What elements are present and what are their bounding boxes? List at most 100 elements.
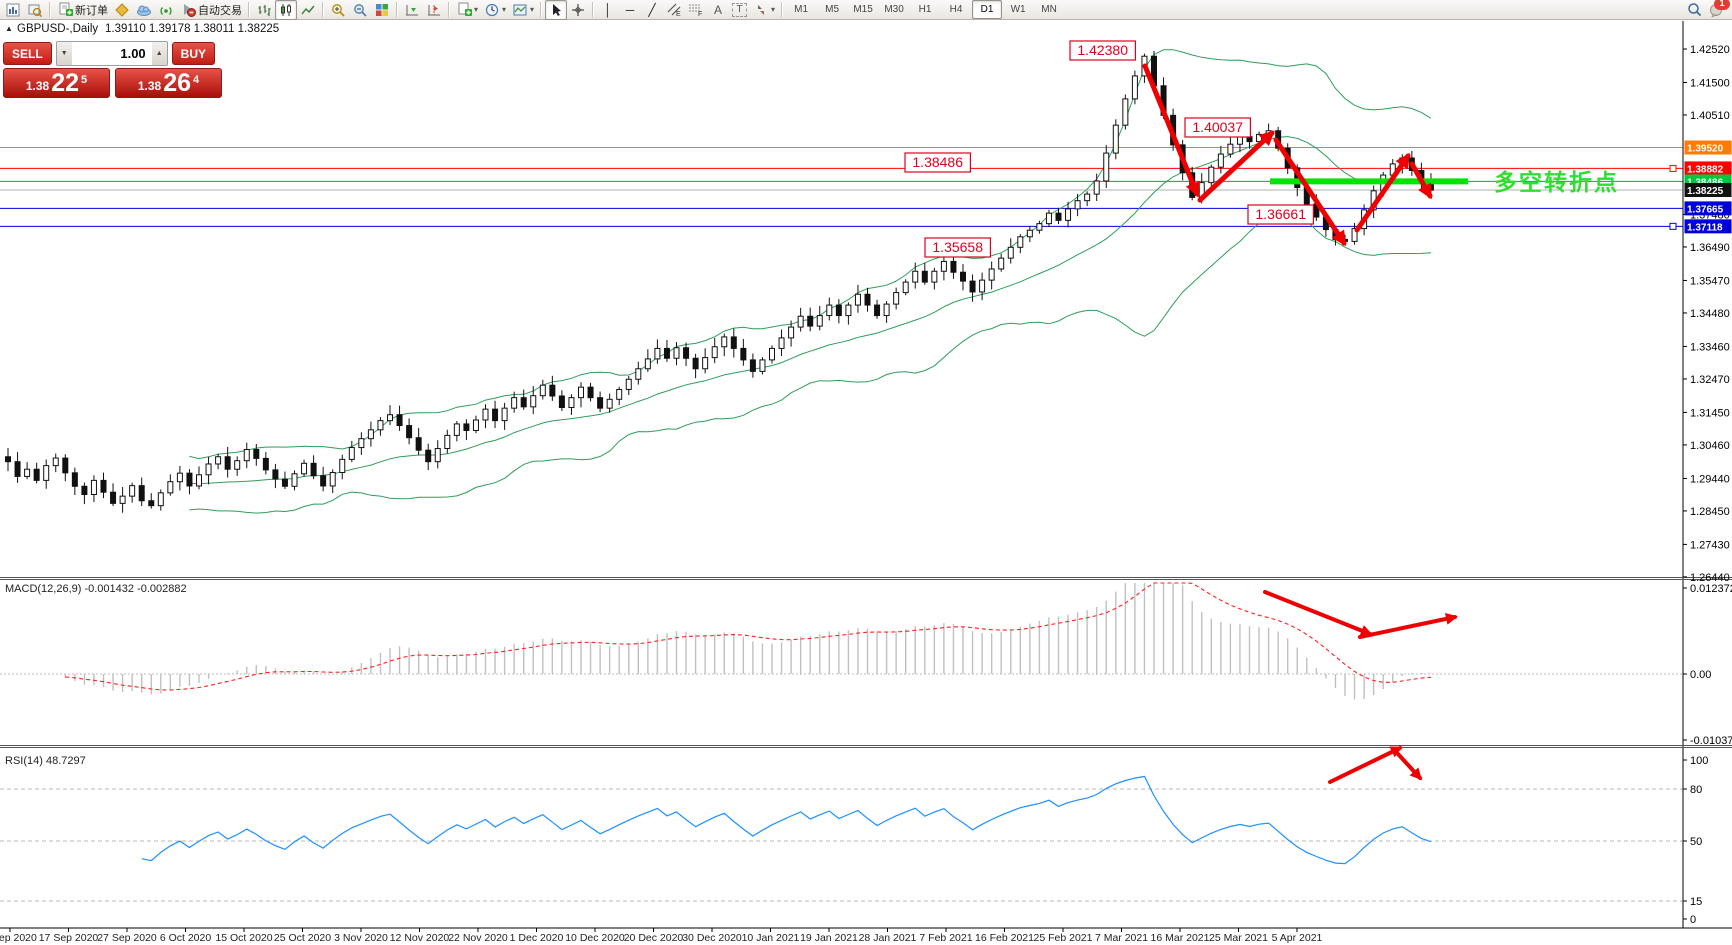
chart-shift-icon [426,2,442,18]
volume-decrease-button[interactable]: ▼ [57,42,72,65]
market-watch-button[interactable] [24,0,46,20]
notifications-icon[interactable]: 1 [1708,2,1724,18]
x-axis-date-label: 7 Mar 2021 [1095,932,1148,944]
one-click-row-prices: 1.38 22 5 1.38 26 4 [3,68,222,98]
autotrading-label: 自动交易 [198,2,242,18]
timeframe-m1[interactable]: M1 [786,0,816,19]
zoom-in-icon [330,2,346,18]
volume-increase-button[interactable]: ▲ [152,42,167,65]
cursor-tool-button[interactable] [545,0,567,20]
candle-body [111,492,116,503]
candle-body [139,486,144,501]
toolbar-separator [248,2,250,17]
volume-input[interactable] [72,42,152,65]
candlestick-mode-button[interactable] [275,0,297,20]
line-selection-marker [1670,165,1676,171]
sell-price-button[interactable]: 1.38 22 5 [3,68,110,98]
timeframe-m30[interactable]: M30 [879,0,909,19]
fibo-letter: F [698,11,702,17]
candle-body [63,458,68,473]
trend-arrow[interactable] [1265,592,1370,634]
sell-button[interactable]: SELL [3,42,52,65]
auto-scroll-button[interactable] [401,0,423,20]
chart-shift-button[interactable] [423,0,445,20]
new-chart-dropdown[interactable]: ▾ [453,0,481,20]
tile-windows-button[interactable] [371,0,393,20]
candle-body [636,369,641,380]
timeframe-h4[interactable]: H4 [941,0,971,19]
crosshair-tool-button[interactable] [567,0,589,20]
chart-collapse-icon[interactable]: ▲ [5,24,13,33]
timeframe-h1[interactable]: H1 [910,0,940,19]
trendline-tool[interactable]: ╱ [641,0,663,20]
text-label-tool[interactable]: T [729,0,750,20]
trend-arrow[interactable] [1276,140,1344,243]
candle-body [149,501,154,506]
candle-body [1018,237,1023,248]
toolbar-right-group: 1 [1686,2,1730,18]
text-tool[interactable]: A [707,0,729,20]
x-axis-date-label: 22 Nov 2020 [448,932,508,944]
horizontal-line-tool[interactable]: ─ [619,0,641,20]
chevron-down-icon: ▾ [530,5,534,14]
candle-body [836,305,841,316]
market-button[interactable] [133,0,155,20]
candle-body [206,464,211,475]
x-axis-date-label: 28 Jan 2021 [859,932,917,944]
candle-body [311,463,316,475]
x-axis-date-label: 30 Dec 2020 [682,932,742,944]
trend-arrow[interactable] [1357,156,1408,230]
candle-body [1123,99,1128,125]
price-chart[interactable]: 1.425201.415001.405101.374801.364901.354… [0,0,1732,945]
toolbar-separator [396,2,398,17]
channel-tool[interactable]: E [663,0,685,20]
timeframe-group: M1M5M15M30H1H4D1W1MN [786,0,1064,19]
line-chart-mode-button[interactable] [297,0,319,20]
bar-chart-mode-button[interactable] [253,0,275,20]
candle-body [1046,213,1051,224]
timeframe-m5[interactable]: M5 [817,0,847,19]
trend-arrow[interactable] [1330,748,1400,782]
autotrading-button[interactable]: 自动交易 [177,0,245,20]
candle-body [273,470,278,479]
price-badge-value: 1.38225 [1687,186,1724,197]
one-click-trading-panel: SELL ▼ ▲ BUY 1.38 22 5 1.38 26 4 [3,41,222,98]
candle-body [722,337,727,347]
sell-price-pips: 22 [51,71,79,96]
candle-body [1209,167,1214,182]
templates-dropdown[interactable]: ▾ [509,0,537,20]
candle-body [1075,201,1080,209]
zoom-in-button[interactable] [327,0,349,20]
periods-dropdown[interactable]: ▾ [481,0,509,20]
search-icon[interactable] [1686,2,1702,18]
trend-arrow[interactable] [1398,754,1420,778]
candle-body [598,398,603,409]
zoom-out-icon [352,2,368,18]
zoom-out-button[interactable] [349,0,371,20]
metaeditor-button[interactable] [111,0,133,20]
fibonacci-tool[interactable]: F [685,0,707,20]
signals-button[interactable] [155,0,177,20]
y-axis-tick-label: 1.35470 [1690,275,1730,287]
market-watch-icon [27,2,43,18]
new-order-button[interactable]: 新订单 [54,0,111,20]
trend-arrow[interactable] [1360,617,1455,637]
x-axis-date-label: 25 Oct 2020 [274,932,331,944]
timeframe-mn[interactable]: MN [1034,0,1064,19]
candle-body [731,337,736,348]
turning-point-annotation[interactable]: 多空转折点 [1494,169,1619,195]
buy-button[interactable]: BUY [172,42,215,65]
candle-body [980,280,985,292]
timeframe-d1[interactable]: D1 [972,0,1002,19]
candle-body [922,271,927,282]
x-axis-date-label: 10 Jan 2021 [742,932,800,944]
timeframe-w1[interactable]: W1 [1003,0,1033,19]
buy-price-button[interactable]: 1.38 26 4 [115,68,222,98]
bollinger-upper-band [190,50,1432,459]
arrows-dropdown[interactable]: ▾ [750,0,778,20]
timeframe-m15[interactable]: M15 [848,0,878,19]
new-chart-window-button[interactable] [2,0,24,20]
macd-label: MACD(12,26,9) -0.001432 -0.002882 [5,583,187,595]
label-letter: T [736,5,742,15]
vertical-line-tool[interactable]: │ [597,0,619,20]
